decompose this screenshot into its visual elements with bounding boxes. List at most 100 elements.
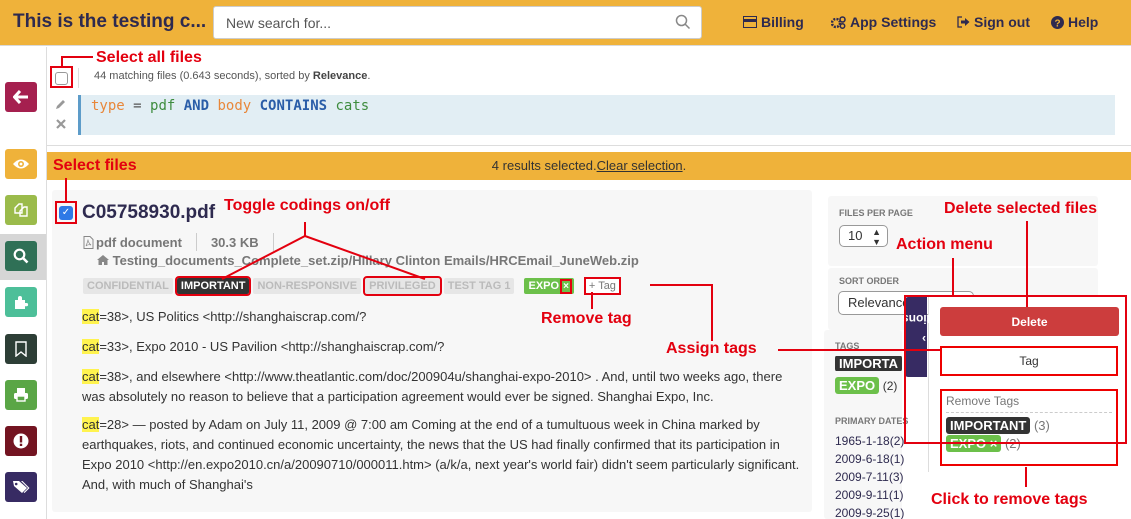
date-item[interactable]: 2009-7-11(3) <box>835 468 904 486</box>
files-per-page-label: FILES PER PAGE <box>839 208 913 218</box>
nav-app-settings[interactable]: App Settings <box>831 14 936 30</box>
selection-bar: 4 results selected.Clear selection. <box>47 152 1131 180</box>
file-size: 30.3 KB <box>210 234 259 250</box>
snippet-text: =33>, Expo 2010 - US Pavilion <http://sh… <box>99 339 445 354</box>
sidebar-item-view[interactable] <box>5 149 37 179</box>
tag-expo[interactable]: EXPO × <box>524 278 574 294</box>
coding-privileged[interactable]: PRIVILEGED <box>363 276 442 296</box>
clear-selection-link[interactable]: Clear selection <box>597 158 683 173</box>
divider <box>47 145 1131 146</box>
files-per-page-value: 10 <box>848 228 863 243</box>
sidebar-item-duplicates[interactable] <box>5 195 37 225</box>
tag-label: IMPORTA <box>835 356 902 371</box>
coding-confidential[interactable]: CONFIDENTIAL <box>83 278 173 294</box>
nav-sign-out[interactable]: Sign out <box>957 14 1030 30</box>
nav-sign-out-label: Sign out <box>974 14 1030 30</box>
primary-dates-label: PRIMARY DATES <box>835 416 909 426</box>
pencil-icon[interactable] <box>55 98 67 110</box>
annotation-box <box>50 66 73 88</box>
coding-non-responsive[interactable]: NON-RESPONSIVE <box>253 278 362 294</box>
coding-important[interactable]: IMPORTANT <box>174 276 252 296</box>
top-navbar: This is the testing c... Billing App Set… <box>0 0 1131 46</box>
nav-help[interactable]: ? Help <box>1051 14 1098 30</box>
nav-billing[interactable]: Billing <box>743 14 804 30</box>
snippet: cat=38>, and elsewhere <http://www.theat… <box>82 367 802 407</box>
selection-count: 4 results selected. <box>491 158 597 173</box>
bookmark-icon <box>15 341 27 357</box>
snippet-text: =38>, US Politics <http://shanghaiscrap.… <box>99 309 367 324</box>
search-input[interactable] <box>214 7 654 38</box>
sidebar-item-bookmarks[interactable] <box>5 334 37 364</box>
sidebar-item-tags[interactable] <box>5 472 37 502</box>
dates-list: 1965-1-18(2) 2009-6-18(1) 2009-7-11(3) 2… <box>835 432 904 519</box>
annotation-select-files: Select files <box>53 157 137 174</box>
search-box[interactable] <box>213 6 702 39</box>
snippet-text: =28> — posted by Adam on July 11, 2009 @… <box>82 417 800 492</box>
highlight: cat <box>82 339 100 354</box>
nav-help-label: Help <box>1068 14 1099 30</box>
sidebar-item-print[interactable] <box>5 380 37 410</box>
sidebar-item-back[interactable] <box>5 82 37 112</box>
sidebar-item-plugins[interactable] <box>5 287 37 317</box>
period: . <box>367 70 371 82</box>
nav-app-settings-label: App Settings <box>850 14 937 30</box>
plus-icon: + <box>588 280 599 292</box>
match-info: 44 matching files (0.643 seconds), sorte… <box>94 70 370 82</box>
query-value: pdf <box>150 98 176 114</box>
divider <box>78 68 79 88</box>
facet-tag-important[interactable]: IMPORTA <box>835 356 905 371</box>
sidebar-item-alerts[interactable] <box>5 426 37 456</box>
tags-icon <box>13 481 30 493</box>
sidebar-item-search[interactable] <box>5 241 37 271</box>
annotation-assign-tags: Assign tags <box>666 340 757 357</box>
file-path-text: Testing_documents_Complete_set.zip/Hilla… <box>112 253 639 268</box>
exclamation-icon <box>13 433 29 449</box>
remove-tag-icon[interactable]: × <box>560 278 572 294</box>
file-path[interactable]: Testing_documents_Complete_set.zip/Hilla… <box>97 253 639 268</box>
annotation-click-remove: Click to remove tags <box>931 491 1088 509</box>
highlight: cat <box>82 417 100 432</box>
copy-icon <box>14 203 28 217</box>
period: . <box>682 158 687 173</box>
facet-tag-expo[interactable]: EXPO (2) <box>835 377 897 394</box>
eye-icon <box>13 159 29 169</box>
search-icon[interactable] <box>675 14 691 30</box>
file-meta: pdf document 30.3 KB <box>83 233 288 251</box>
sign-out-icon <box>957 16 970 28</box>
sort-label: Relevance <box>312 70 368 82</box>
divider <box>272 233 274 251</box>
annotation-action-menu: Action menu <box>896 236 993 253</box>
print-icon <box>14 388 28 402</box>
codings-row: CONFIDENTIAL IMPORTANT NON-RESPONSIVE PR… <box>83 276 621 296</box>
files-per-page-select[interactable]: 10 ▲ ▼ <box>839 225 888 247</box>
annotation-toggle-codings: Toggle codings on/off <box>224 197 390 214</box>
date-item[interactable]: 2009-6-18(1) <box>835 450 904 468</box>
date-item[interactable]: 2009-9-25(1) <box>835 504 904 519</box>
query-operator: = <box>124 98 151 114</box>
add-tag-label: Tag <box>598 280 616 292</box>
svg-text:?: ? <box>1054 18 1060 29</box>
query-keyword: CONTAINS <box>251 98 336 114</box>
match-count: 44 matching files (0.643 seconds), sorte… <box>94 70 313 82</box>
arrow-left-icon <box>13 90 28 104</box>
sort-order-value: Relevance <box>848 295 910 310</box>
coding-test-tag-1[interactable]: TEST TAG 1 <box>443 278 515 294</box>
annotation-delete-selected: Delete selected files <box>944 200 1097 217</box>
query-field: body <box>217 98 252 114</box>
date-item[interactable]: 2009-9-11(1) <box>835 486 904 504</box>
snippet: cat=38>, US Politics <http://shanghaiscr… <box>82 307 802 327</box>
snippet: cat=28> — posted by Adam on July 11, 200… <box>82 415 802 495</box>
annotation-box <box>55 201 77 224</box>
annotation-box <box>904 295 1127 444</box>
credit-card-icon <box>743 16 757 28</box>
file-name-link[interactable]: C05758930.pdf <box>82 202 215 224</box>
app-title[interactable]: This is the testing c... <box>13 11 206 33</box>
query-keyword: AND <box>175 98 218 114</box>
query-editor[interactable]: type = pdf AND body CONTAINS cats <box>78 95 1115 135</box>
tag-label: EXPO <box>835 377 880 394</box>
date-item[interactable]: 1965-1-18(2) <box>835 432 904 450</box>
tags-facet-label: TAGS <box>835 341 860 351</box>
add-tag-button[interactable]: + Tag <box>583 277 621 295</box>
close-icon[interactable] <box>56 119 66 129</box>
annotation-remove-tag: Remove tag <box>541 310 632 327</box>
